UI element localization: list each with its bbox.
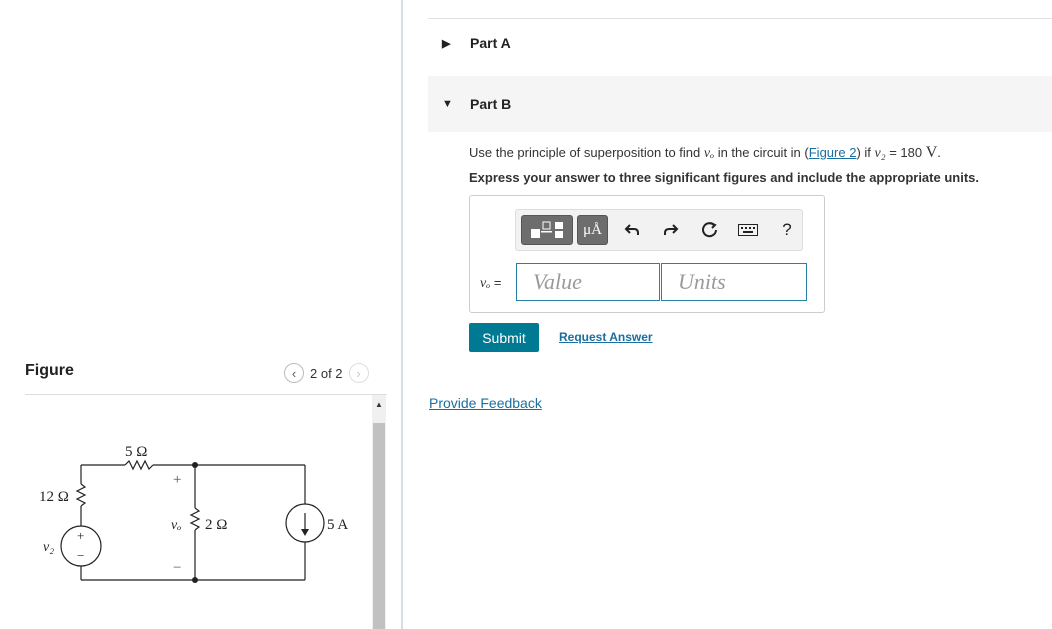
scroll-up-arrow-icon[interactable]: ▲ <box>372 397 386 411</box>
figure-panel: Figure ‹ 2 of 2 › 5 Ω 12 Ω 2 Ω 5 A v₂ vₒ… <box>0 0 402 629</box>
units-button[interactable]: μÅ <box>577 215 608 245</box>
undo-icon[interactable] <box>620 215 644 245</box>
label-v2: v₂ <box>43 540 54 555</box>
figure-pager: ‹ 2 of 2 › <box>284 363 369 383</box>
resistor-5ohm <box>124 459 154 471</box>
top-rule <box>428 18 1052 19</box>
question-panel: ▶ Part A ▼ Part B Use the principle of s… <box>403 0 1052 629</box>
templates-button[interactable] <box>521 215 573 245</box>
answer-label-var: vₒ <box>480 276 491 291</box>
part-a-header[interactable]: ▶ Part A <box>428 34 511 52</box>
label-12ohm: 12 Ω <box>39 489 69 505</box>
question-text: Use the principle of superposition to fi… <box>469 144 941 162</box>
question-unit: V <box>925 144 938 161</box>
vo-plus: + <box>173 472 181 488</box>
question-var-v2: v₂ <box>874 146 886 161</box>
help-icon[interactable]: ? <box>775 215 799 245</box>
question-mid: in the circuit in ( <box>714 145 809 160</box>
question-end: . <box>937 145 941 160</box>
value-input[interactable]: Value <box>516 263 660 301</box>
label-2ohm: 2 Ω <box>205 517 227 533</box>
part-b-label: Part B <box>470 96 512 112</box>
vo-minus: − <box>173 560 181 576</box>
resistor-2ohm <box>189 507 201 531</box>
label-5ohm: 5 Ω <box>125 444 147 460</box>
question-var-vo: vₒ <box>703 146 715 161</box>
label-vo: vₒ <box>171 518 181 533</box>
current-arrow-head <box>301 529 309 536</box>
figure-divider <box>25 394 387 395</box>
request-answer-link[interactable]: Request Answer <box>559 330 653 344</box>
source-minus: − <box>77 548 84 563</box>
resistor-12ohm <box>75 483 87 507</box>
figure-link[interactable]: Figure 2 <box>809 145 857 160</box>
caret-right-icon: ▶ <box>442 37 451 50</box>
figure-title: Figure <box>25 362 74 379</box>
reset-icon[interactable] <box>698 215 722 245</box>
source-plus: + <box>77 528 84 543</box>
question-post: ) if <box>856 145 875 160</box>
next-figure-button[interactable]: › <box>348 363 369 383</box>
part-a-label: Part A <box>470 35 511 51</box>
label-5A: 5 A <box>327 517 348 533</box>
part-b-header[interactable]: ▼ Part B <box>428 76 1052 132</box>
caret-down-icon: ▼ <box>442 98 453 110</box>
math-toolbar: μÅ ? <box>515 209 803 251</box>
question-eq: = 180 <box>885 145 926 160</box>
question-pre: Use the principle of superposition to fi… <box>469 145 704 160</box>
redo-icon[interactable] <box>659 215 683 245</box>
instructions: Express your answer to three significant… <box>469 170 979 185</box>
node-bottom <box>192 577 198 583</box>
answer-box: μÅ ? vₒ = Value Units <box>469 195 825 313</box>
templates-icon <box>531 221 563 238</box>
answer-label-eq: = <box>490 275 502 290</box>
answer-label: vₒ = <box>480 275 501 292</box>
submit-button[interactable]: Submit <box>469 323 539 352</box>
circuit-diagram: 5 Ω 12 Ω 2 Ω 5 A v₂ vₒ + − + − <box>39 444 348 583</box>
figure-scrollbar[interactable]: ▲ <box>372 395 386 629</box>
figure-pager-label: 2 of 2 <box>310 365 343 381</box>
scroll-thumb[interactable] <box>373 423 385 629</box>
provide-feedback-link[interactable]: Provide Feedback <box>429 395 542 411</box>
keyboard-icon[interactable] <box>736 215 760 245</box>
node-top <box>192 462 198 468</box>
units-input[interactable]: Units <box>661 263 807 301</box>
prev-figure-button[interactable]: ‹ <box>284 363 304 383</box>
